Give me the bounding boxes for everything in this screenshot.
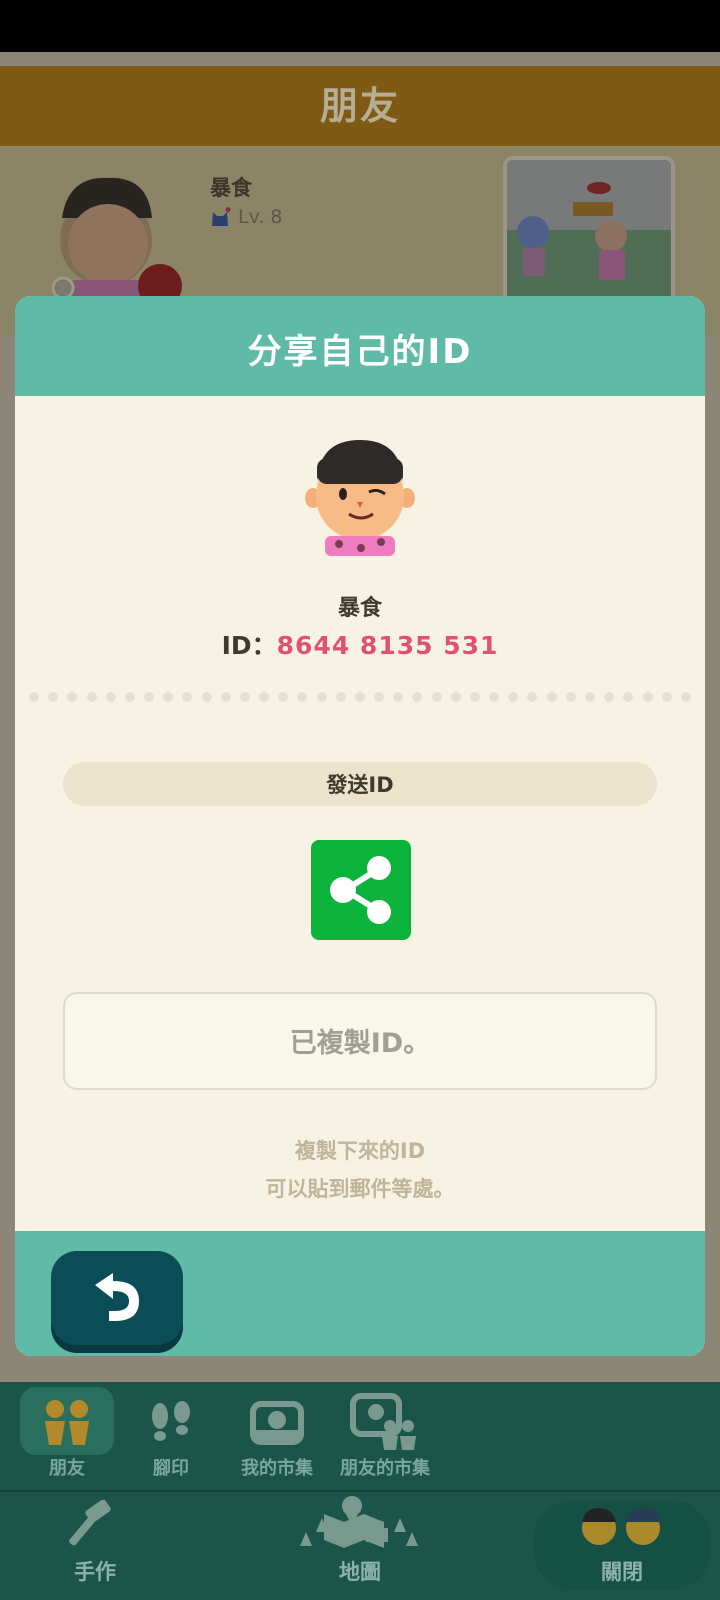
tab-friends-market-label: 朋友的市集 (340, 1458, 430, 1479)
undo-arrow-icon (95, 1273, 139, 1321)
dialog-footer (15, 1231, 705, 1356)
level-text: Lv. 8 (238, 206, 283, 228)
id-value: 8644 8135 531 (276, 631, 499, 660)
background-photo (503, 156, 675, 314)
status-bar (0, 0, 720, 52)
close-button[interactable]: 關閉 (533, 1500, 711, 1590)
share-id-dialog: 分享自己的ID 暴食 ID：8644 8135 531 發送ID 已複製ID。 (15, 296, 705, 1356)
hint-line-1: 複製下來的ID (294, 1139, 426, 1163)
dialog-title: 分享自己的ID (15, 296, 705, 396)
market-icon (250, 1401, 304, 1445)
share-icon (330, 856, 391, 924)
tab-craft[interactable]: 手作 (40, 1492, 150, 1592)
share-button[interactable] (311, 840, 411, 940)
hammer-icon (69, 1500, 111, 1546)
copied-message: 已複製ID。 (63, 992, 657, 1090)
footprints-icon (152, 1401, 190, 1441)
close-button-label: 關閉 (601, 1560, 643, 1584)
nav-row-top: 朋友 腳印 我的市集 朋友的市集 (0, 1382, 720, 1492)
cat-heart-icon (212, 207, 231, 226)
tab-map-label: 地圖 (339, 1560, 381, 1584)
player-id: ID：8644 8135 531 (15, 626, 705, 662)
hint-line-2: 可以貼到郵件等處。 (265, 1177, 455, 1201)
tab-map[interactable]: 地圖 (290, 1492, 430, 1592)
send-id-label: 發送ID (63, 762, 657, 806)
id-label: ID： (221, 631, 277, 660)
tab-craft-label: 手作 (74, 1560, 116, 1584)
background-title: 朋友 (319, 84, 400, 128)
friends-market-icon (350, 1393, 416, 1450)
map-icon (300, 1496, 418, 1548)
background-level: Lv. 8 (210, 206, 283, 228)
hint-text: 複製下來的ID 可以貼到郵件等處。 (15, 1132, 705, 1208)
tab-friends-market[interactable]: 朋友的市集 (330, 1382, 440, 1482)
player-name: 暴食 (337, 596, 382, 621)
dotted-divider (29, 692, 691, 704)
background-profile-name: 暴食 (210, 176, 252, 200)
characters-icon (582, 1508, 660, 1545)
friends-icon (45, 1400, 89, 1445)
background-avatar (51, 177, 182, 298)
back-button[interactable] (51, 1251, 183, 1345)
nav-row-bottom: 手作 地圖 關閉 (0, 1492, 720, 1600)
player-avatar (305, 440, 415, 556)
bottom-navigation: 朋友 腳印 我的市集 朋友的市集 手作 地圖 關閉 (0, 1382, 720, 1600)
